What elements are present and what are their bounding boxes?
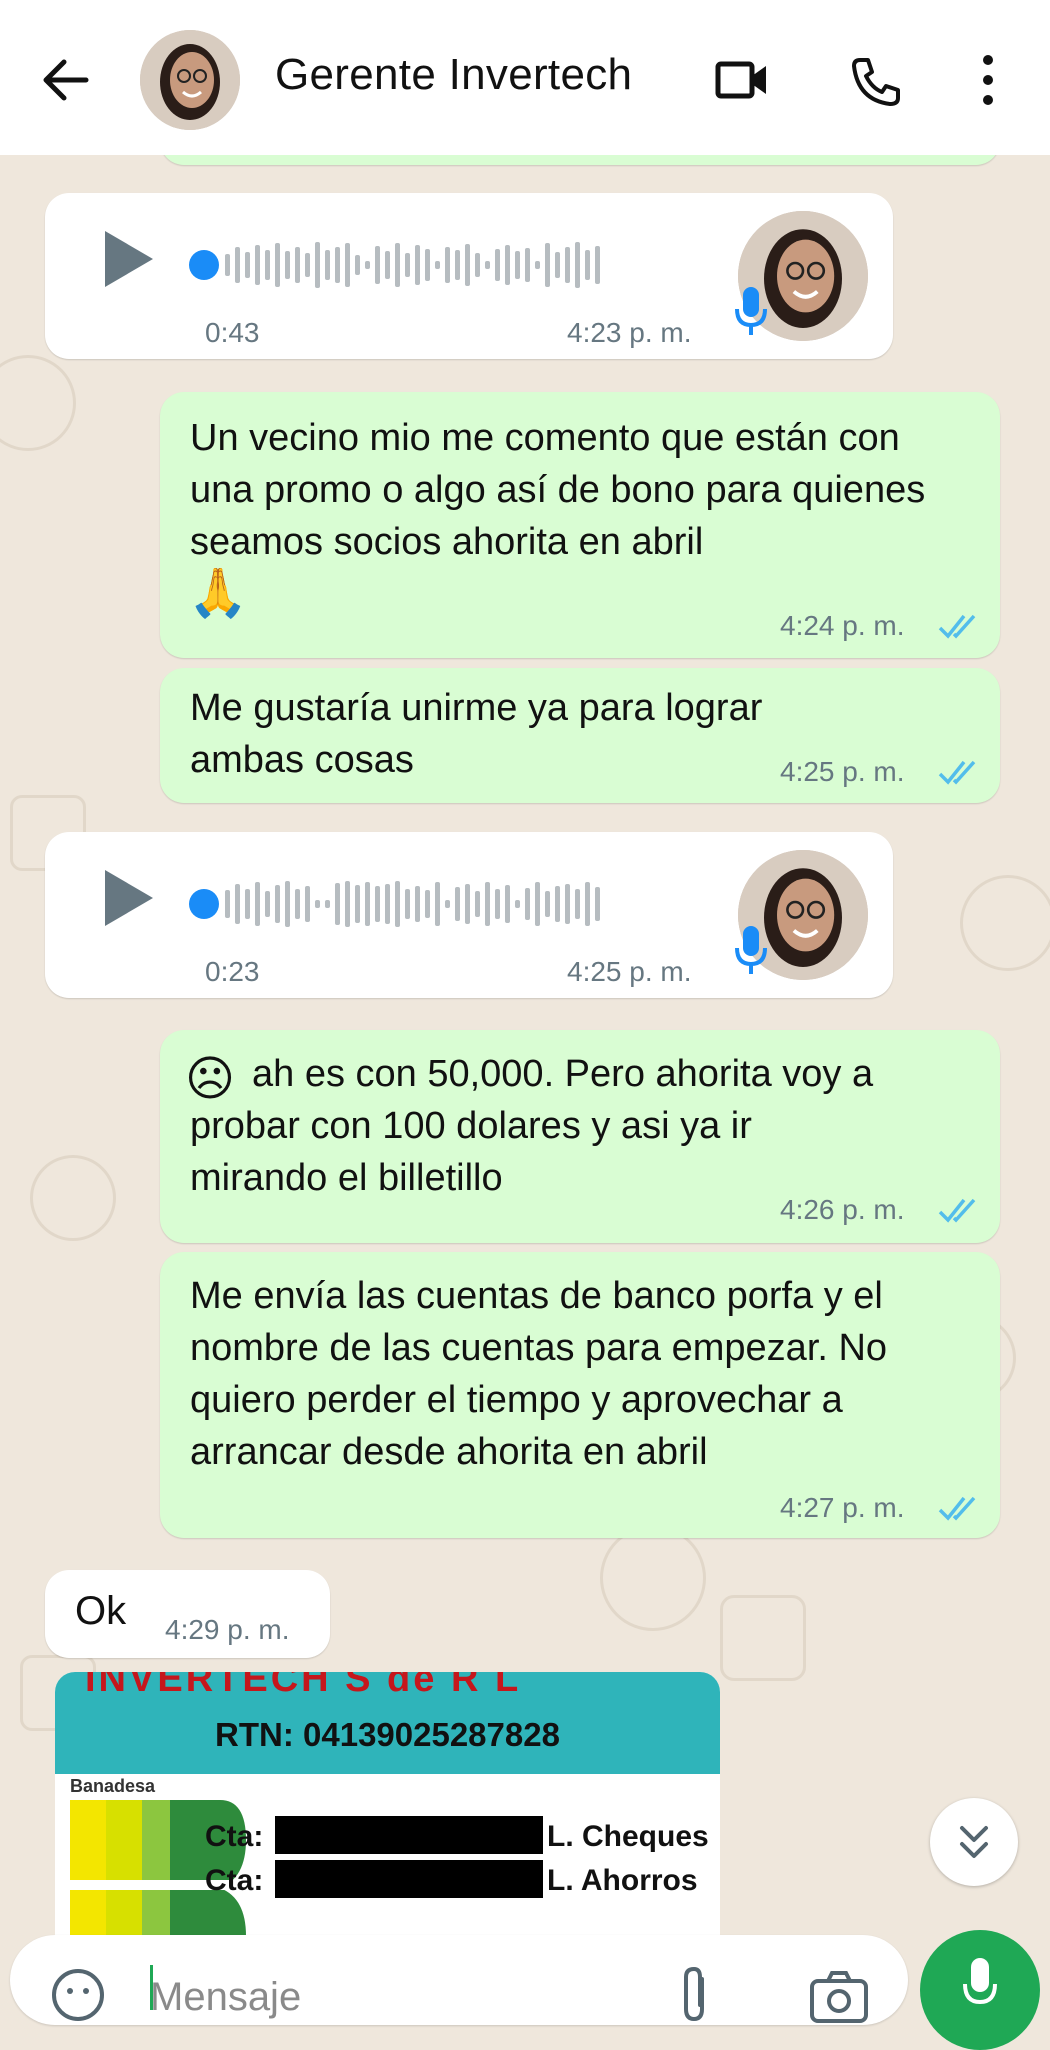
message-time: 4:29 p. m.	[165, 1614, 290, 1645]
bank-name: Banadesa	[70, 1776, 156, 1796]
voice-waveform[interactable]	[225, 874, 600, 934]
account-type: L. Cheques	[547, 1820, 709, 1853]
playback-position-dot[interactable]	[189, 889, 219, 919]
chat-header: Gerente Invertech	[0, 0, 1050, 155]
microphone-icon	[735, 287, 767, 335]
message-input-bar[interactable]: Mensaje	[10, 1935, 908, 2025]
video-call-icon[interactable]	[712, 52, 772, 108]
microphone-icon	[735, 926, 767, 974]
incoming-message: Ok 4:29 p. m.	[45, 1570, 330, 1658]
message-text: Me gustaría unirme ya para lograr ambas …	[190, 687, 763, 781]
message-text: ah es con 50,000. Pero ahorita voy a pro…	[190, 1053, 874, 1199]
message-time: 4:27 p. m.	[780, 1492, 905, 1523]
redacted-account-number	[275, 1860, 543, 1898]
account-label: Cta:	[205, 1820, 264, 1853]
voice-message-bubble: 0:43 4:23 p. m.	[45, 193, 893, 359]
back-arrow-icon[interactable]	[38, 52, 94, 108]
message-time: 4:26 p. m.	[780, 1194, 905, 1225]
voice-duration: 0:43	[205, 317, 260, 348]
message-input[interactable]: Mensaje	[150, 1975, 301, 2020]
message-time: 4:23 p. m.	[567, 317, 692, 348]
message-time: 4:25 p. m.	[780, 756, 905, 787]
read-receipt-icon	[938, 1496, 976, 1521]
voice-record-button[interactable]	[920, 1930, 1040, 2050]
voice-message-bubble: 0:23 4:25 p. m.	[45, 832, 893, 998]
message-time: 4:24 p. m.	[780, 610, 905, 641]
contact-avatar[interactable]	[140, 30, 240, 130]
sticker-icon[interactable]	[48, 1965, 108, 2025]
play-icon[interactable]	[105, 231, 153, 287]
message-time: 4:25 p. m.	[567, 956, 692, 987]
double-chevron-down-icon	[960, 1826, 988, 1858]
playback-position-dot[interactable]	[189, 250, 219, 280]
redacted-account-number	[275, 1816, 543, 1854]
microphone-icon	[963, 1958, 997, 2005]
voice-waveform[interactable]	[225, 235, 600, 295]
play-icon[interactable]	[105, 870, 153, 926]
contact-name[interactable]: Gerente Invertech	[275, 50, 632, 100]
attach-icon[interactable]	[670, 1965, 720, 2025]
phone-icon[interactable]	[846, 52, 906, 108]
read-receipt-icon	[938, 1198, 976, 1223]
rtn-number: RTN: 04139025287828	[215, 1716, 560, 1753]
outgoing-message: Me gustaría unirme ya para lograr ambas …	[160, 668, 1000, 803]
scroll-to-bottom-button[interactable]	[930, 1798, 1018, 1886]
read-receipt-icon	[938, 614, 976, 639]
company-name: INVERTECH S de R L	[85, 1672, 522, 1700]
outgoing-message: Un vecino mio me comento que están con u…	[160, 392, 1000, 658]
account-label: Cta:	[205, 1864, 264, 1897]
camera-icon[interactable]	[808, 1967, 870, 2025]
message-text: Me envía las cuentas de banco porfa y el…	[190, 1275, 888, 1473]
voice-duration: 0:23	[205, 956, 260, 987]
read-receipt-icon	[938, 760, 976, 785]
outgoing-message: Me envía las cuentas de banco porfa y el…	[160, 1252, 1000, 1538]
account-type: L. Ahorros	[547, 1864, 698, 1897]
more-icon[interactable]	[960, 52, 1016, 108]
message-text: Un vecino mio me comento que están con u…	[190, 417, 926, 563]
outgoing-message: ☹ ah es con 50,000. Pero ahorita voy a p…	[160, 1030, 1000, 1243]
